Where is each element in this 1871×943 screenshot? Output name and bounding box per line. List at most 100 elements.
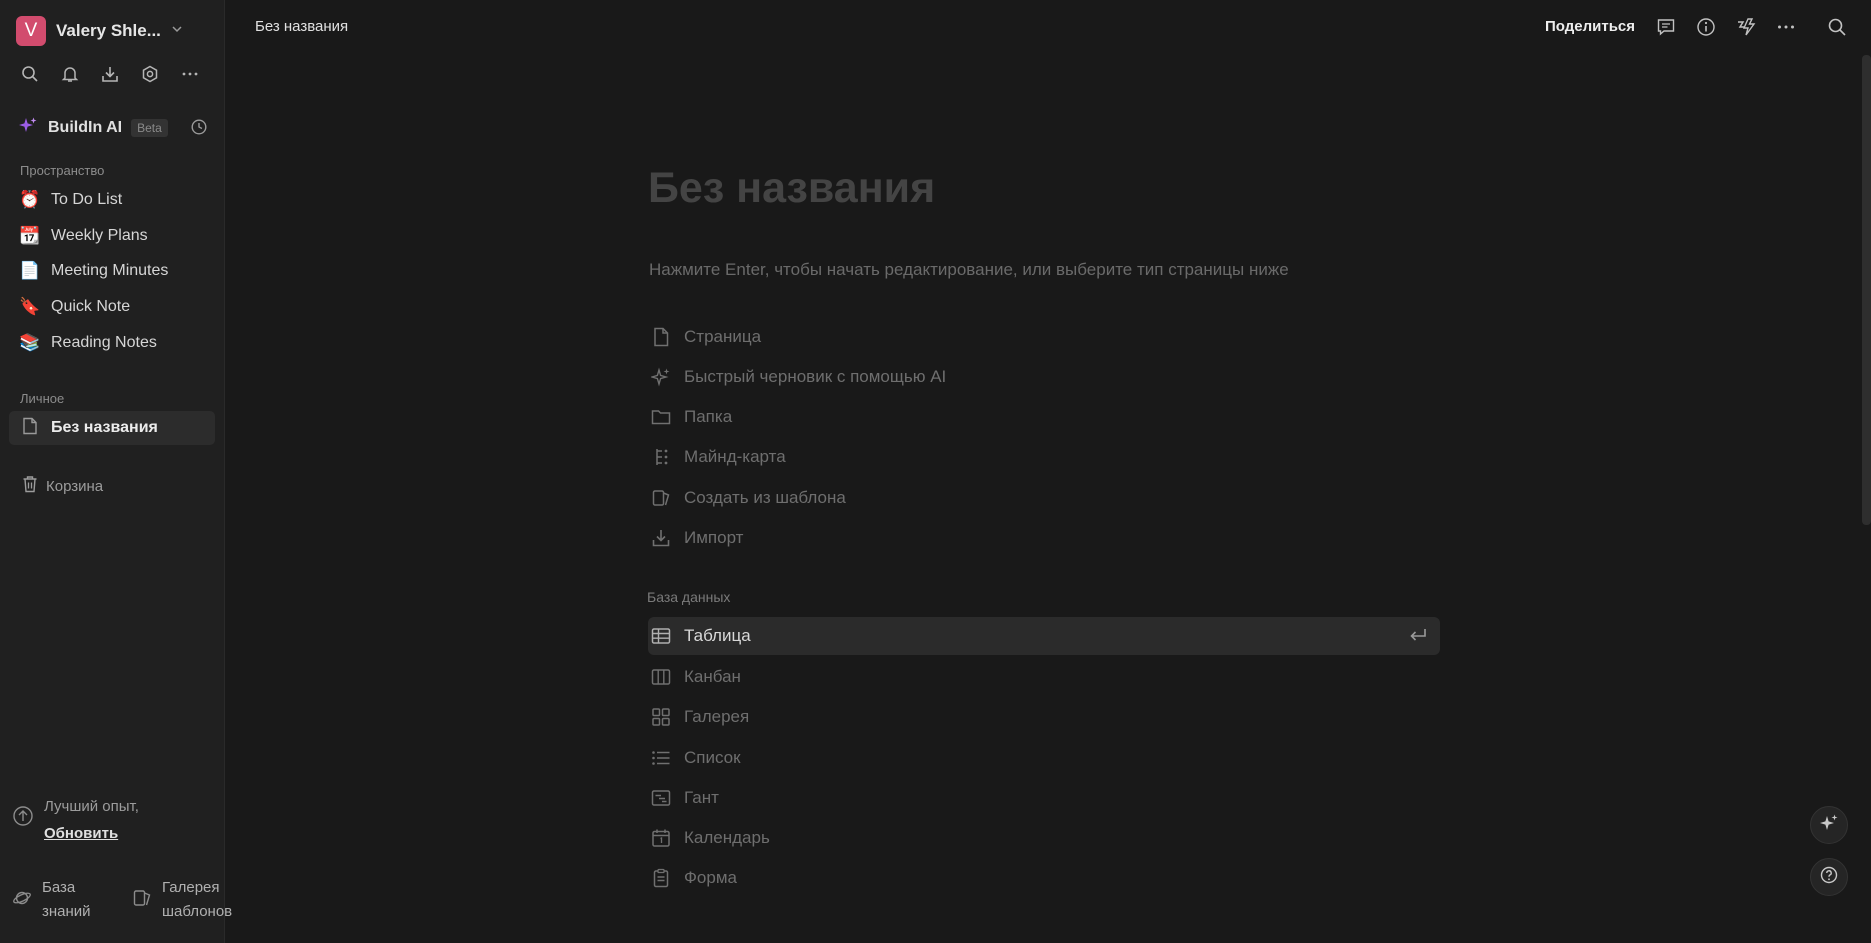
option-label: Майнд-карта bbox=[684, 447, 786, 466]
template-gallery-link[interactable]: Галерея шаблонов bbox=[132, 876, 238, 924]
sidebar-item-label: Quick Note bbox=[51, 298, 131, 315]
document-emoji-icon: 📄 bbox=[19, 261, 41, 280]
option-label: Галерея bbox=[684, 707, 750, 726]
template-gallery-icon bbox=[132, 888, 152, 913]
option-list[interactable]: Список bbox=[648, 739, 1440, 777]
bookmark-emoji-icon: 🔖 bbox=[19, 297, 41, 316]
workspace-name: Valery Shle... bbox=[56, 21, 161, 40]
sidebar-item-label: Без названия bbox=[51, 419, 158, 436]
enter-key-icon bbox=[1408, 626, 1428, 651]
folder-icon bbox=[650, 406, 672, 428]
option-gantt[interactable]: Гант bbox=[648, 779, 1440, 817]
option-label: Создать из шаблона bbox=[684, 488, 846, 507]
beta-badge: Beta bbox=[131, 119, 168, 137]
sidebar-item-label: To Do List bbox=[51, 191, 123, 208]
updates-icon[interactable] bbox=[1735, 16, 1757, 38]
page-icon bbox=[650, 326, 672, 348]
help-icon bbox=[1820, 866, 1838, 889]
books-emoji-icon: 📚 bbox=[19, 333, 41, 352]
template-gallery-label-2: шаблонов bbox=[162, 903, 233, 920]
personal-section-label: Личное bbox=[20, 391, 65, 406]
search-icon[interactable] bbox=[20, 64, 40, 84]
option-label: Быстрый черновик с помощью AI bbox=[684, 367, 947, 386]
option-mindmap[interactable]: Майнд-карта bbox=[648, 438, 1440, 476]
gear-icon[interactable] bbox=[140, 64, 160, 84]
ai-assistant-button[interactable] bbox=[1810, 806, 1848, 844]
alarm-clock-icon: ⏰ bbox=[19, 190, 41, 209]
buildin-ai-item[interactable]: BuildIn AI Beta bbox=[18, 115, 208, 141]
workspace-switcher[interactable]: V Valery Shle... bbox=[16, 16, 183, 46]
sidebar-item-todo[interactable]: ⏰ To Do List bbox=[9, 183, 215, 217]
list-icon bbox=[650, 747, 672, 769]
calendar-emoji-icon: 📆 bbox=[19, 226, 41, 245]
gallery-icon bbox=[650, 706, 672, 728]
ai-label: BuildIn AI bbox=[48, 119, 123, 136]
bell-icon[interactable] bbox=[60, 64, 80, 84]
option-kanban[interactable]: Канбан bbox=[648, 658, 1440, 696]
more-icon[interactable] bbox=[1775, 16, 1797, 38]
sidebar-item-label: Meeting Minutes bbox=[51, 262, 169, 279]
trash-icon bbox=[22, 475, 38, 497]
option-table[interactable]: Таблица bbox=[648, 617, 1440, 655]
option-label: Список bbox=[684, 748, 741, 767]
upgrade-link[interactable]: Обновить bbox=[44, 820, 139, 847]
option-label: Импорт bbox=[684, 528, 744, 547]
sparkle-icon bbox=[650, 366, 672, 388]
page-title[interactable]: Без названия bbox=[648, 164, 935, 213]
option-page[interactable]: Страница bbox=[648, 318, 1440, 356]
option-form[interactable]: Форма bbox=[648, 859, 1440, 897]
import-icon bbox=[650, 527, 672, 549]
scrollbar-thumb[interactable] bbox=[1862, 55, 1871, 525]
option-gallery[interactable]: Галерея bbox=[648, 698, 1440, 736]
knowledge-base-link[interactable]: База знаний bbox=[12, 876, 118, 924]
space-section-label: Пространство bbox=[20, 163, 105, 178]
comment-icon[interactable] bbox=[1655, 16, 1677, 38]
sidebar-bottom-links: База знаний Галерея шаблонов bbox=[12, 876, 238, 924]
sparkle-icon bbox=[1819, 813, 1839, 838]
upgrade-banner: Лучший опыт, Обновить bbox=[12, 793, 139, 847]
form-icon bbox=[650, 867, 672, 889]
sidebar-item-reading-notes[interactable]: 📚 Reading Notes bbox=[9, 326, 215, 360]
database-section-label: База данных bbox=[647, 589, 731, 605]
option-calendar[interactable]: Календарь bbox=[648, 819, 1440, 857]
option-label: Страница bbox=[684, 327, 762, 346]
option-import[interactable]: Импорт bbox=[648, 519, 1440, 557]
search-icon[interactable] bbox=[1826, 16, 1848, 38]
trash-label: Корзина bbox=[46, 477, 104, 495]
option-from-template[interactable]: Создать из шаблона bbox=[648, 479, 1440, 517]
option-label: Таблица bbox=[684, 626, 751, 645]
sidebar-item-quick-note[interactable]: 🔖 Quick Note bbox=[9, 290, 215, 324]
download-icon[interactable] bbox=[100, 64, 120, 84]
option-folder[interactable]: Папка bbox=[648, 398, 1440, 436]
option-label: Форма bbox=[684, 868, 737, 887]
table-icon bbox=[650, 625, 672, 647]
calendar-icon bbox=[650, 827, 672, 849]
trash-item[interactable]: Корзина bbox=[22, 475, 103, 497]
mindmap-icon bbox=[650, 446, 672, 468]
ai-sparkle-icon bbox=[18, 116, 38, 141]
header-breadcrumb[interactable]: Без названия bbox=[255, 18, 348, 35]
upgrade-text: Лучший опыт, bbox=[44, 798, 139, 815]
kanban-icon bbox=[650, 666, 672, 688]
page-icon bbox=[19, 417, 41, 440]
sidebar-item-label: Weekly Plans bbox=[51, 227, 148, 244]
gantt-icon bbox=[650, 787, 672, 809]
template-gallery-label-1: Галерея bbox=[162, 879, 220, 896]
sidebar-item-meeting-minutes[interactable]: 📄 Meeting Minutes bbox=[9, 254, 215, 288]
template-icon bbox=[650, 487, 672, 509]
chevron-down-icon bbox=[171, 22, 183, 40]
option-ai-draft[interactable]: Быстрый черновик с помощью AI bbox=[648, 358, 1440, 396]
more-icon[interactable] bbox=[180, 64, 200, 84]
history-icon[interactable] bbox=[190, 118, 208, 141]
sidebar-item-untitled[interactable]: Без названия bbox=[9, 411, 215, 445]
sidebar-item-weekly-plans[interactable]: 📆 Weekly Plans bbox=[9, 219, 215, 253]
editing-hint: Нажмите Enter, чтобы начать редактирован… bbox=[649, 260, 1289, 279]
share-button[interactable]: Поделиться bbox=[1545, 18, 1635, 35]
info-icon[interactable] bbox=[1695, 16, 1717, 38]
knowledge-base-label-2: знаний bbox=[42, 903, 91, 920]
workspace-avatar: V bbox=[16, 16, 46, 46]
option-label: Папка bbox=[684, 407, 733, 426]
help-button[interactable] bbox=[1810, 858, 1848, 896]
upgrade-arrow-icon bbox=[12, 805, 34, 847]
sidebar-item-label: Reading Notes bbox=[51, 334, 157, 351]
